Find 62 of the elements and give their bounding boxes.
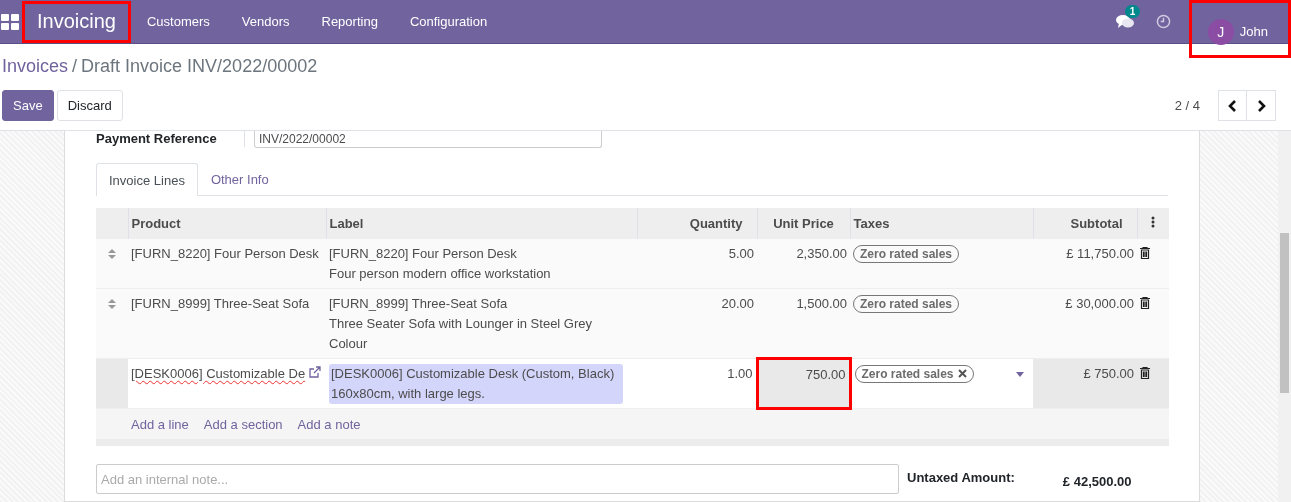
save-button[interactable]: Save [2,90,54,121]
field-label: Payment Reference [96,131,245,147]
add-line-link[interactable]: Add a line [131,417,189,432]
pager-counter: 2 / 4 [1174,98,1200,113]
dropdown-caret-icon[interactable] [1016,372,1024,377]
column-header[interactable]: Subtotal [1033,208,1137,239]
subtotal-cell: £ 30,000.00 [1065,296,1134,311]
subtotal-cell: £ 750.00 [1083,366,1134,381]
product-cell: [FURN_8999] Three-Seat Sofa [131,296,310,311]
app-name[interactable]: Invoicing [22,0,131,43]
unit-price-cell: 2,350.00 [757,238,850,289]
trash-icon[interactable] [1140,367,1150,379]
quantity-cell: 20.00 [721,296,754,311]
add-line-link[interactable]: Add a note [297,417,361,432]
column-header[interactable]: Product [128,208,326,239]
breadcrumb-link[interactable]: Invoices [2,56,69,84]
untaxed-amount-label: Untaxed Amount: [907,470,1015,487]
unit-price-cell: 750.00 [757,358,850,409]
scrollbar-thumb[interactable] [1280,233,1289,393]
clock-icon[interactable] [1155,14,1171,29]
column-header[interactable]: Label [326,208,637,239]
add-line-link[interactable]: Add a section [203,417,283,432]
menu-item[interactable]: Configuration [393,14,504,29]
chat-icon[interactable] [1115,13,1134,30]
external-link-icon[interactable] [308,366,321,378]
drag-handle-icon[interactable] [107,298,117,310]
chevron-right-icon [1256,99,1266,112]
remove-icon[interactable] [957,369,967,378]
breadcrumb-current: Draft Invoice INV/2022/00002 [81,56,318,78]
chevron-left-icon [1228,99,1237,112]
tab[interactable]: Other Info [197,163,282,195]
label-cell-text: [FURN_8220] Four Person Desk Four person modern office workstation [329,245,552,283]
column-header[interactable]: Unit Price [757,208,850,239]
payment-reference-field[interactable]: INV/2022/00002 [254,131,602,148]
more-options-icon[interactable] [1151,215,1156,228]
breadcrumb-separator: / [72,56,78,78]
column-header[interactable]: Quantity [637,208,757,239]
drag-handle-icon[interactable] [107,248,117,260]
discard-button[interactable]: Discard [56,90,123,121]
message-count-badge: 1 [1124,4,1141,18]
menu-item[interactable]: Customers [130,14,226,29]
column-header[interactable]: Taxes [850,208,1033,239]
trash-icon[interactable] [1140,297,1150,309]
label-cell-text: [FURN_8999] Three-Seat Sofa Three Seater Sofa with Lounger in Steel Grey Colour [329,295,594,353]
user-name: John [1239,24,1268,39]
unit-price-cell: 1,500.00 [757,288,850,359]
menu-item[interactable]: Reporting [305,14,394,29]
user-avatar: J [1207,18,1234,45]
internal-note-field[interactable]: Add an internal note... [96,464,899,494]
product-cell: [FURN_8220] Four Person Desk [131,246,319,261]
quantity-cell: 1.00 [727,366,753,381]
label-field[interactable]: [DESK0006] Customizable Desk (Custom, Black) 160x80cm, with large legs. [329,364,623,404]
menu-item[interactable]: Vendors [225,14,306,29]
untaxed-amount-value: £ 42,500.00 [1062,474,1132,491]
tab[interactable]: Invoice Lines [96,163,198,196]
trash-icon[interactable] [1140,247,1150,259]
apps-grid-icon[interactable] [1,12,19,31]
previous-button[interactable] [1218,90,1247,121]
next-button[interactable] [1247,90,1276,121]
quantity-cell: 5.00 [728,246,754,261]
subtotal-cell: £ 11,750.00 [1066,246,1134,261]
product-field[interactable]: [DESK0006] Customizable De [131,366,306,381]
